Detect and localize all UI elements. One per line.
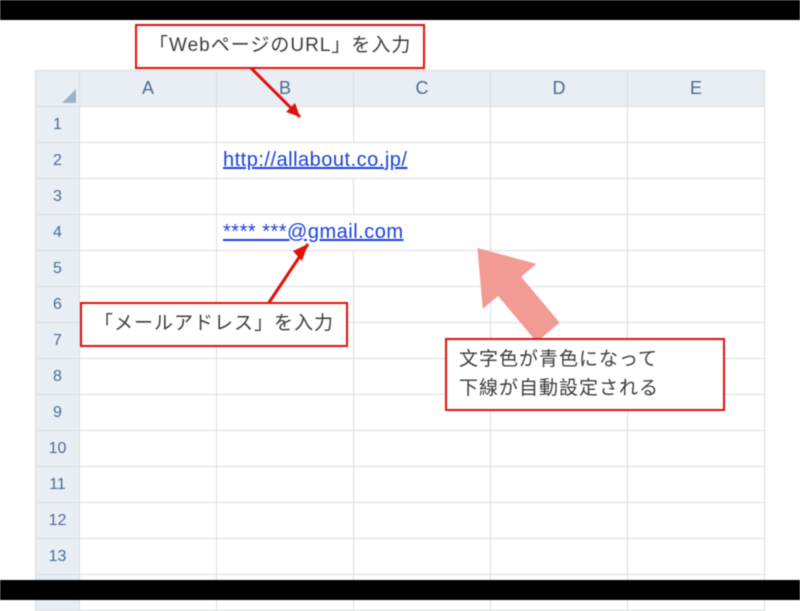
row-header-11[interactable]: 11	[36, 467, 80, 503]
cell-B2[interactable]: http://allabout.co.jp/	[217, 143, 491, 179]
col-header-E[interactable]: E	[628, 71, 765, 107]
cell-D2[interactable]	[491, 143, 628, 179]
annotation-auto-format: 文字色が青色になって下線が自動設定される	[445, 338, 725, 411]
cell-E11[interactable]	[628, 467, 765, 503]
row-header-12[interactable]: 12	[36, 503, 80, 539]
annotation-url-input: 「WebページのURL」を入力	[135, 24, 425, 69]
cell-E13[interactable]	[628, 539, 765, 575]
row-header-1[interactable]: 1	[36, 107, 80, 143]
row-header-5[interactable]: 5	[36, 251, 80, 287]
cell-D11[interactable]	[491, 467, 628, 503]
col-header-D[interactable]: D	[491, 71, 628, 107]
cell-B10[interactable]	[217, 431, 354, 467]
cell-A8[interactable]	[80, 359, 217, 395]
cell-E12[interactable]	[628, 503, 765, 539]
row-header-6[interactable]: 6	[36, 287, 80, 323]
row-12: 12	[36, 503, 765, 539]
cell-D3[interactable]	[491, 179, 628, 215]
cell-D12[interactable]	[491, 503, 628, 539]
cell-B13[interactable]	[217, 539, 354, 575]
cell-D13[interactable]	[491, 539, 628, 575]
cell-D1[interactable]	[491, 107, 628, 143]
cell-E6[interactable]	[628, 287, 765, 323]
cell-A2[interactable]	[80, 143, 217, 179]
row-header-10[interactable]: 10	[36, 431, 80, 467]
cell-C3[interactable]	[354, 179, 491, 215]
cell-E5[interactable]	[628, 251, 765, 287]
cell-A11[interactable]	[80, 467, 217, 503]
cell-B8[interactable]	[217, 359, 354, 395]
letterbox-bottom	[0, 580, 800, 600]
corner-triangle-icon	[62, 89, 76, 103]
cell-A13[interactable]	[80, 539, 217, 575]
big-arrow-to-hyperlink-icon	[456, 234, 576, 354]
row-3: 3	[36, 179, 765, 215]
row-header-7[interactable]: 7	[36, 323, 80, 359]
cell-C11[interactable]	[354, 467, 491, 503]
hyperlink-url[interactable]: http://allabout.co.jp/	[223, 149, 407, 171]
cell-E1[interactable]	[628, 107, 765, 143]
cell-E4[interactable]	[628, 215, 765, 251]
letterbox-top	[0, 0, 800, 20]
cell-A9[interactable]	[80, 395, 217, 431]
cell-A1[interactable]	[80, 107, 217, 143]
row-header-4[interactable]: 4	[36, 215, 80, 251]
cell-B12[interactable]	[217, 503, 354, 539]
row-10: 10	[36, 431, 765, 467]
cell-A3[interactable]	[80, 179, 217, 215]
cell-B4[interactable]: **** ***@gmail.com	[217, 215, 491, 251]
row-4: 4 **** ***@gmail.com	[36, 215, 765, 251]
cell-C10[interactable]	[354, 431, 491, 467]
cell-B9[interactable]	[217, 395, 354, 431]
cell-E2[interactable]	[628, 143, 765, 179]
arrow-to-email-cell-icon	[268, 236, 348, 306]
cell-C1[interactable]	[354, 107, 491, 143]
cell-A5[interactable]	[80, 251, 217, 287]
col-header-A[interactable]: A	[80, 71, 217, 107]
row-header-13[interactable]: 13	[36, 539, 80, 575]
row-1: 1	[36, 107, 765, 143]
row-13: 13	[36, 539, 765, 575]
cell-A10[interactable]	[80, 431, 217, 467]
annotation-mail-input: 「メールアドレス」を入力	[80, 302, 348, 347]
cell-E10[interactable]	[628, 431, 765, 467]
row-11: 11	[36, 467, 765, 503]
row-2: 2 http://allabout.co.jp/	[36, 143, 765, 179]
row-header-9[interactable]: 9	[36, 395, 80, 431]
arrow-to-url-cell-icon	[240, 62, 340, 132]
row-header-3[interactable]: 3	[36, 179, 80, 215]
cell-B3[interactable]	[217, 179, 354, 215]
row-header-8[interactable]: 8	[36, 359, 80, 395]
cell-B11[interactable]	[217, 467, 354, 503]
column-header-row: A B C D E	[36, 71, 765, 107]
cell-A4[interactable]	[80, 215, 217, 251]
row-5: 5	[36, 251, 765, 287]
cell-D10[interactable]	[491, 431, 628, 467]
cell-C12[interactable]	[354, 503, 491, 539]
cell-C13[interactable]	[354, 539, 491, 575]
cell-E3[interactable]	[628, 179, 765, 215]
row-header-2[interactable]: 2	[36, 143, 80, 179]
col-header-C[interactable]: C	[354, 71, 491, 107]
select-all-corner[interactable]	[36, 71, 80, 107]
cell-A12[interactable]	[80, 503, 217, 539]
